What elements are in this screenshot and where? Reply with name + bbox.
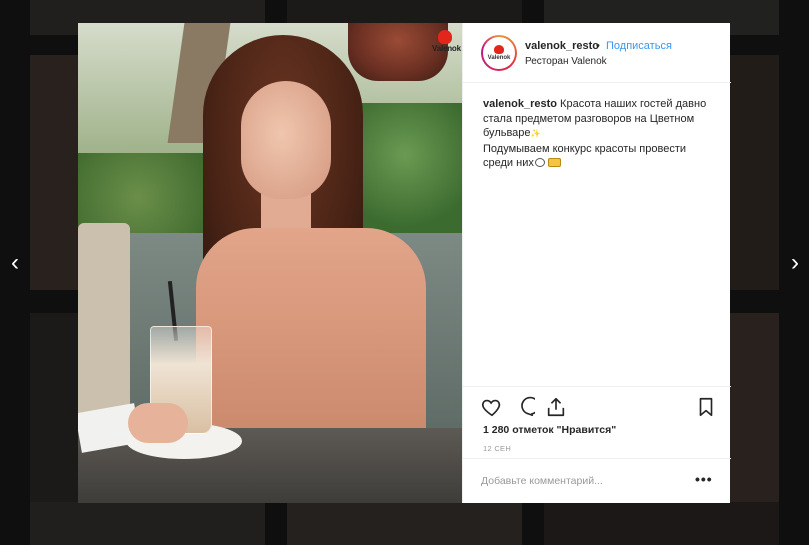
photo-watermark-logo: Valenok — [432, 28, 461, 56]
comment-input[interactable] — [481, 471, 681, 491]
logo-text: Valenok — [432, 44, 461, 53]
separator-dot: • — [596, 40, 600, 52]
photo-face — [241, 81, 331, 199]
sparkle-icon: ✨ — [530, 129, 541, 138]
post-photo[interactable]: Valenok — [78, 23, 462, 503]
speech-bubble-icon — [534, 158, 545, 167]
username-link[interactable]: valenok_resto — [525, 40, 599, 52]
prev-post-chevron-left-icon[interactable]: ‹ — [6, 250, 24, 276]
likes-count[interactable]: 1 280 отметок "Нравится" — [483, 424, 616, 436]
share-icon[interactable] — [545, 396, 567, 418]
post-modal: Valenok Valenok valenok_resto • Подписат… — [78, 23, 731, 503]
avatar-label: Valenok — [487, 55, 511, 61]
comment-bar: ••• — [463, 458, 731, 503]
photo-blouse — [196, 228, 426, 458]
photo-pillow — [78, 223, 130, 423]
avatar-cup-icon — [494, 45, 504, 54]
heart-icon[interactable] — [481, 396, 503, 418]
caption-username-link[interactable]: valenok_resto — [483, 98, 557, 110]
post-header: Valenok valenok_resto • Подписаться Рест… — [463, 23, 731, 83]
actions-divider — [463, 386, 731, 387]
post-sidebar: Valenok valenok_resto • Подписаться Рест… — [462, 23, 731, 503]
post-caption: valenok_resto Красота наших гостей давно… — [483, 97, 719, 171]
logo-cup-icon — [438, 30, 452, 44]
follow-button[interactable]: Подписаться — [606, 40, 672, 52]
post-date[interactable]: 12 СЕН — [483, 444, 511, 453]
comment-icon[interactable] — [513, 396, 535, 418]
next-post-chevron-right-icon[interactable]: › — [786, 250, 804, 276]
avatar-image: Valenok — [483, 37, 515, 69]
crown-box-icon — [547, 158, 561, 167]
avatar[interactable]: Valenok — [481, 35, 517, 71]
photo-greenery — [348, 103, 462, 233]
location-link[interactable]: Ресторан Valenok — [525, 56, 607, 67]
more-options-icon[interactable]: ••• — [695, 471, 713, 487]
photo-hand — [128, 403, 188, 443]
bookmark-icon[interactable] — [695, 396, 717, 418]
caption-text-2: Подумываем конкурс красоты провести сред… — [483, 142, 686, 170]
